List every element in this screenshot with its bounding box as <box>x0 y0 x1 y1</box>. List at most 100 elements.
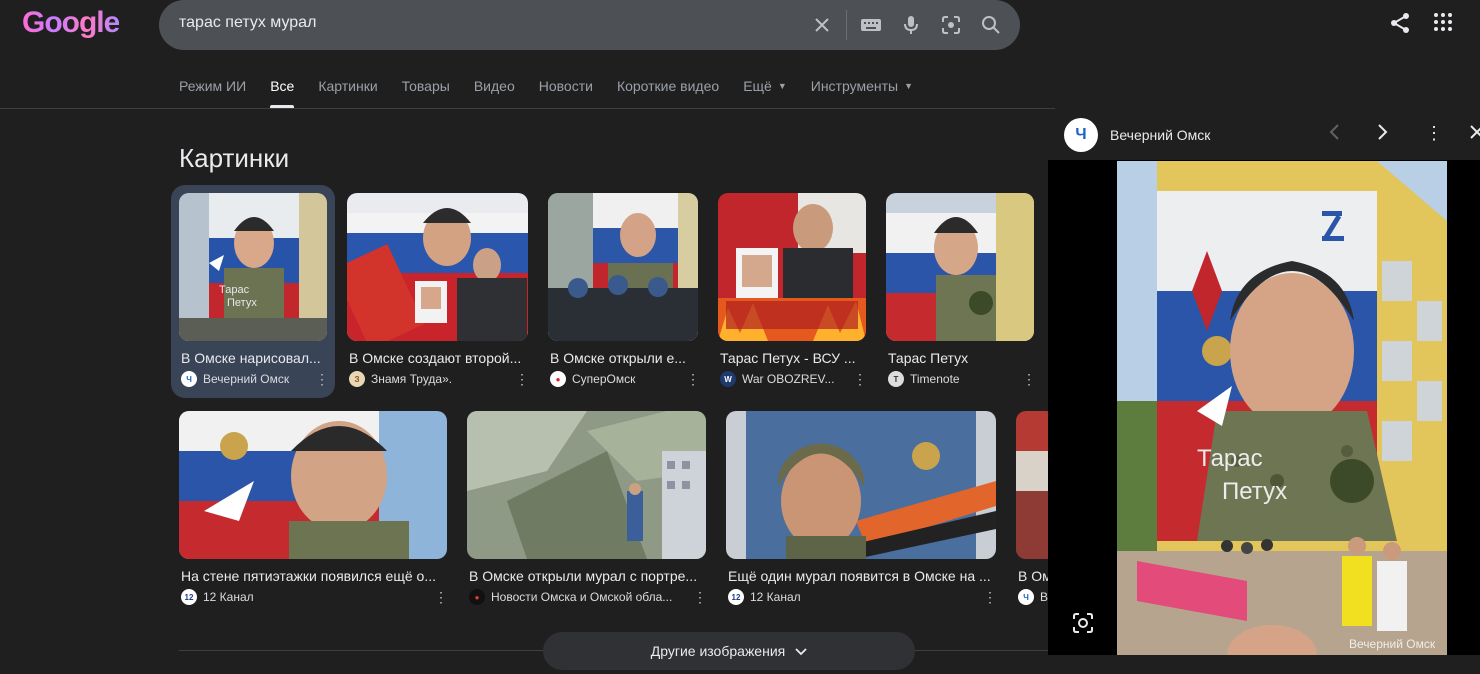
image-result[interactable]: Тарас Петух T Timenote ⋮ <box>886 193 1036 393</box>
image-source[interactable]: 12 12 Канал <box>181 589 381 605</box>
mural-text: Тарас <box>1197 445 1263 472</box>
image-source[interactable]: T Timenote <box>888 371 1008 387</box>
tab-more-label: Ещё <box>743 78 772 94</box>
close-icon[interactable] <box>810 13 834 37</box>
image-title[interactable]: Тарас Петух - ВСУ ... <box>720 350 866 366</box>
image-title[interactable]: Ещё один мурал появится в Омске на ... <box>728 568 994 584</box>
image-thumbnail[interactable] <box>726 411 996 559</box>
image-thumbnail[interactable] <box>886 193 1034 341</box>
google-logo[interactable]: Google <box>22 6 120 40</box>
source-favicon: ● <box>469 589 485 605</box>
more-vert-icon[interactable]: ⋮ <box>315 372 329 386</box>
apps-icon[interactable] <box>1433 12 1457 36</box>
image-result[interactable]: Ещё один мурал появится в Омске на ... 1… <box>726 411 997 611</box>
more-vert-icon[interactable]: ⋮ <box>686 372 700 386</box>
search-icon[interactable] <box>979 13 1003 37</box>
watermark: Вечерний Омск <box>1349 637 1436 651</box>
image-result[interactable]: На стене пятиэтажки появился ещё о... 12… <box>179 411 448 611</box>
source-name: СуперОмск <box>572 372 636 386</box>
image-title[interactable]: В Омске открыли мурал с портре... <box>469 568 705 584</box>
more-vert-icon[interactable]: ⋮ <box>1022 372 1036 386</box>
tab-short-videos[interactable]: Короткие видео <box>617 78 719 108</box>
tab-more[interactable]: Ещё ▼ <box>743 78 787 108</box>
search-tabs: Режим ИИ Все Картинки Товары Видео Новос… <box>179 78 913 108</box>
tab-images[interactable]: Картинки <box>318 78 377 108</box>
preview-image[interactable]: Тарас Петух Вечерний Омск <box>1117 161 1447 655</box>
search-input[interactable] <box>179 14 779 32</box>
more-vert-icon[interactable]: ⋮ <box>515 372 529 386</box>
tab-news[interactable]: Новости <box>539 78 593 108</box>
image-result[interactable]: В Омске создают второй... З Знамя Труда».… <box>347 193 529 393</box>
source-favicon[interactable]: Ч <box>1064 118 1098 152</box>
more-vert-icon[interactable]: ⋮ <box>1425 124 1443 142</box>
mural-text: Петух <box>1222 478 1287 505</box>
tabs-divider <box>0 108 1055 109</box>
caret-down-icon: ▼ <box>777 81 787 91</box>
image-preview-panel: Ч Вечерний Омск ⋮ Тарас Петух Вечерний О… <box>1048 110 1480 674</box>
image-result[interactable]: В Ом ЧВ <box>1016 411 1048 611</box>
search-box[interactable] <box>159 0 1020 50</box>
image-thumbnail[interactable] <box>347 193 528 341</box>
tab-products[interactable]: Товары <box>402 78 450 108</box>
image-thumbnail[interactable] <box>718 193 866 341</box>
image-title[interactable]: В Ом <box>1018 568 1048 584</box>
panel-source-name[interactable]: Вечерний Омск <box>1110 127 1210 143</box>
image-thumbnail[interactable] <box>179 411 447 559</box>
tab-all[interactable]: Все <box>270 78 295 108</box>
image-source[interactable]: W War OBOZREV... <box>720 371 840 387</box>
image-title[interactable]: В Омске нарисовал... <box>181 350 327 366</box>
more-vert-icon[interactable]: ⋮ <box>983 590 997 604</box>
more-vert-icon[interactable]: ⋮ <box>853 372 867 386</box>
lens-icon[interactable] <box>1072 612 1094 634</box>
image-thumbnail[interactable] <box>467 411 706 559</box>
image-source[interactable]: З Знамя Труда». <box>349 371 509 387</box>
image-result[interactable]: Тарас Петух В Омске нарисовал... Ч Вечерн… <box>179 193 329 393</box>
image-title[interactable]: На стене пятиэтажки появился ещё о... <box>181 568 443 584</box>
image-title[interactable]: Тарас Петух <box>888 350 1034 366</box>
more-vert-icon[interactable]: ⋮ <box>434 590 448 604</box>
previous-icon[interactable] <box>1328 124 1340 143</box>
source-name: Знамя Труда». <box>371 372 453 386</box>
image-thumbnail[interactable]: Тарас Петух <box>179 193 327 341</box>
lens-icon[interactable] <box>939 13 963 37</box>
images-section-title: Картинки <box>179 143 290 173</box>
panel-header: Ч Вечерний Омск ⋮ <box>1048 110 1480 160</box>
tab-tools-label: Инструменты <box>810 78 899 94</box>
more-images-button[interactable]: Другие изображения <box>543 632 915 670</box>
tab-video[interactable]: Видео <box>474 78 515 108</box>
source-favicon: T <box>888 371 904 387</box>
image-thumbnail[interactable] <box>548 193 698 341</box>
more-vert-icon[interactable]: ⋮ <box>693 590 707 604</box>
panel-footer <box>1048 655 1480 674</box>
image-result[interactable]: В Омске открыли мурал с портре... ● Новос… <box>467 411 707 611</box>
image-source[interactable]: ЧВ <box>1018 589 1048 605</box>
image-title[interactable]: В Омске создают второй... <box>349 350 527 366</box>
mural-text: Петух <box>227 297 257 309</box>
image-title[interactable]: В Омске открыли е... <box>550 350 698 366</box>
source-favicon: W <box>720 371 736 387</box>
search-divider <box>846 10 847 40</box>
source-name: Вечерний Омск <box>203 372 290 386</box>
image-source[interactable]: 12 12 Канал <box>728 589 928 605</box>
image-result[interactable]: В Омске открыли е... ● СуперОмск ⋮ <box>548 193 700 393</box>
share-icon[interactable] <box>1389 12 1413 36</box>
source-name: Новости Омска и Омской обла... <box>491 590 673 604</box>
tab-tools[interactable]: Инструменты ▼ <box>811 78 913 108</box>
tab-ai-mode[interactable]: Режим ИИ <box>179 78 246 108</box>
chevron-down-icon <box>795 643 807 659</box>
source-favicon: ● <box>550 371 566 387</box>
source-favicon: 12 <box>728 589 744 605</box>
image-source[interactable]: ● СуперОмск <box>550 371 680 387</box>
keyboard-icon[interactable] <box>859 13 883 37</box>
mic-icon[interactable] <box>899 13 923 37</box>
image-thumbnail[interactable] <box>1016 411 1048 559</box>
source-favicon: З <box>349 371 365 387</box>
source-favicon: Ч <box>181 371 197 387</box>
image-result[interactable]: Тарас Петух - ВСУ ... W War OBOZREV... ⋮ <box>718 193 867 393</box>
source-favicon: Ч <box>1018 589 1034 605</box>
image-source[interactable]: ● Новости Омска и Омской обла... <box>469 589 684 605</box>
close-icon[interactable] <box>1470 124 1480 142</box>
next-icon[interactable] <box>1377 124 1389 143</box>
image-source[interactable]: Ч Вечерний Омск <box>181 371 311 387</box>
source-name: Timenote <box>910 372 960 386</box>
